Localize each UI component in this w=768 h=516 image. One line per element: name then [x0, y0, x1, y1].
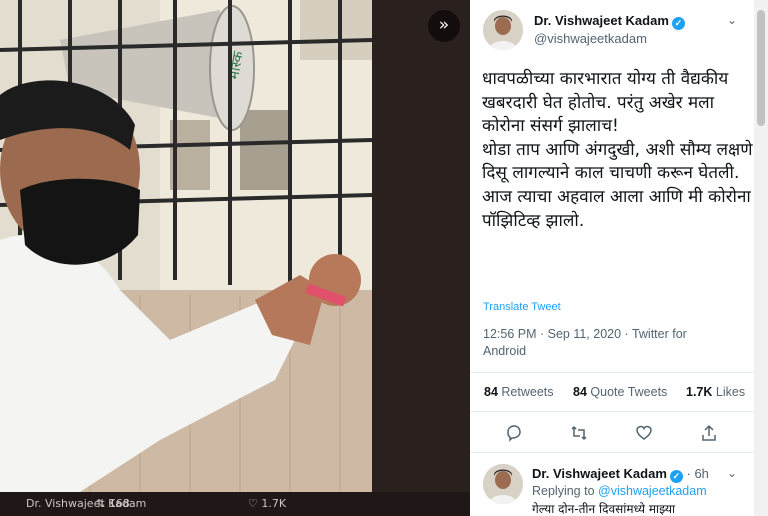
- retweet-icon: ⇅: [96, 497, 106, 510]
- author-handle[interactable]: @vishwajeetkadam: [534, 31, 647, 46]
- divider: [470, 411, 754, 412]
- divider: [470, 452, 754, 453]
- reply-author-name-text: Dr. Vishwajeet Kadam: [532, 466, 667, 481]
- scrollbar-thumb[interactable]: [757, 10, 765, 126]
- reply-button[interactable]: [505, 424, 525, 444]
- double-chevron-right-icon: »: [438, 15, 450, 35]
- chevron-down-icon[interactable]: ⌄: [727, 466, 737, 480]
- share-icon: [702, 424, 716, 441]
- author-name[interactable]: Dr. Vishwajeet Kadam ✓: [534, 13, 685, 30]
- avatar-image: [483, 10, 523, 50]
- retweet-icon: [571, 425, 587, 441]
- author-name-text: Dr. Vishwajeet Kadam: [534, 13, 669, 28]
- media-footer: Dr. Vishwajeet Kadam ⇅ 168 ♡ 1.7K: [0, 492, 470, 516]
- replying-prefix: Replying to: [532, 484, 595, 498]
- media-retweet-count: 168: [108, 497, 130, 510]
- chevron-down-icon[interactable]: ⌄: [727, 13, 737, 27]
- verified-icon: ✓: [671, 17, 685, 30]
- reply-avatar[interactable]: [483, 464, 523, 504]
- avatar-image: [483, 464, 523, 504]
- tweet-photo[interactable]: मास्क: [0, 0, 372, 492]
- photo-illustration: मास्क: [0, 0, 372, 492]
- media-viewer: मास्क » Dr. Vishwajeet Kadam ⇅ 168 ♡ 1.7…: [0, 0, 470, 516]
- like-button[interactable]: [635, 424, 655, 444]
- reply-author-name[interactable]: Dr. Vishwajeet Kadam ✓ · 6h: [532, 466, 709, 483]
- media-like-action[interactable]: ♡ 1.7K: [248, 497, 286, 510]
- retweets-stat[interactable]: 84 Retweets: [484, 385, 554, 399]
- avatar[interactable]: [483, 10, 523, 50]
- likes-stat[interactable]: 1.7K Likes: [686, 385, 745, 399]
- tweet-text: धावपळीच्या कारभारात योग्य ती वैद्यकीय खब…: [482, 69, 753, 231]
- scrollbar[interactable]: [754, 0, 768, 516]
- media-background: [372, 0, 470, 492]
- replying-to: Replying to @vishwajeetkadam: [532, 484, 707, 498]
- media-retweet-action[interactable]: ⇅ 168: [96, 497, 130, 510]
- heart-icon: [636, 425, 652, 440]
- share-button[interactable]: [700, 424, 720, 444]
- retweet-button[interactable]: [570, 424, 590, 444]
- quote-tweets-stat[interactable]: 84 Quote Tweets: [573, 385, 667, 399]
- translate-tweet-link[interactable]: Translate Tweet: [483, 301, 561, 313]
- heart-icon: ♡: [248, 497, 258, 510]
- reply-text: गेल्या दोन-तीन दिवसांमध्ये माझ्या: [532, 502, 676, 516]
- next-media-button[interactable]: »: [428, 10, 460, 42]
- divider: [470, 372, 754, 373]
- tweet-timestamp[interactable]: 12:56 PM · Sep 11, 2020 · Twitter for An…: [483, 326, 703, 360]
- tweet-panel: Dr. Vishwajeet Kadam ✓ @vishwajeetkadam ⌄…: [470, 0, 768, 516]
- media-like-count: 1.7K: [261, 497, 287, 510]
- reply-icon: [507, 425, 521, 442]
- replying-handle-link[interactable]: @vishwajeetkadam: [598, 484, 707, 498]
- verified-icon: ✓: [669, 470, 683, 483]
- reply-time: · 6h: [686, 466, 709, 481]
